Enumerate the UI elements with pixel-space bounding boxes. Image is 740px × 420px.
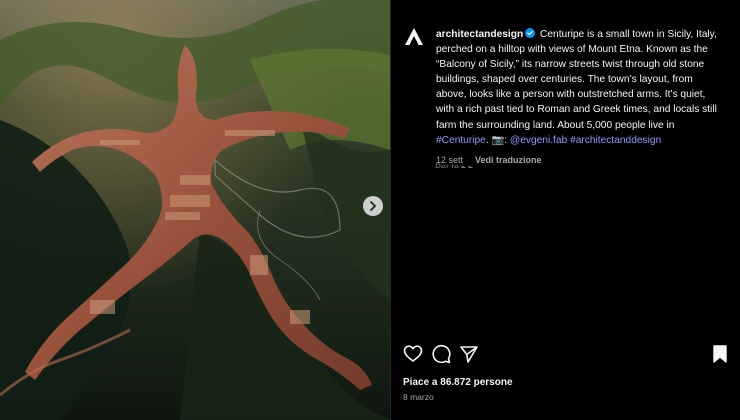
aerial-town-photo xyxy=(0,0,390,420)
hashtag-centuripe-link[interactable]: #Centuripe xyxy=(436,135,486,146)
verified-badge-icon xyxy=(525,28,536,38)
caption-block: architectandesign Centuripe is a small t… xyxy=(403,27,725,165)
chevron-right-icon xyxy=(370,201,376,211)
post-image[interactable] xyxy=(0,0,390,420)
hashtag-brand-link[interactable]: #architectanddesign xyxy=(570,135,661,146)
caption-text: Centuripe is a small town in Sicily, Ita… xyxy=(436,29,717,131)
comment-icon[interactable] xyxy=(431,344,451,364)
photographer-mention-link[interactable]: @evgeni.fab xyxy=(510,135,567,146)
likes-count[interactable]: Piace a 86.872 persone xyxy=(403,377,513,388)
caption-meta: 12 sett Vedi traduzione xyxy=(436,155,725,165)
next-image-button[interactable] xyxy=(363,196,383,216)
caption-photo-credit: . 📷: xyxy=(485,134,510,146)
brand-logo-icon[interactable] xyxy=(403,27,425,49)
instagram-post: architectandesign Centuripe is a small t… xyxy=(0,0,740,420)
see-translation-button[interactable]: Vedi traduzione xyxy=(475,155,542,165)
action-bar xyxy=(391,344,740,368)
post-date: 8 marzo xyxy=(403,392,434,402)
send-icon[interactable] xyxy=(459,344,479,364)
heart-icon[interactable] xyxy=(403,344,423,364)
bookmark-icon[interactable] xyxy=(710,344,730,364)
post-caption: architectandesign Centuripe is a small t… xyxy=(436,27,725,148)
author-username[interactable]: architectandesign xyxy=(436,29,523,40)
truncated-text: Per te ▸ ▸ xyxy=(435,162,474,168)
post-side-panel: architectandesign Centuripe is a small t… xyxy=(390,0,740,420)
